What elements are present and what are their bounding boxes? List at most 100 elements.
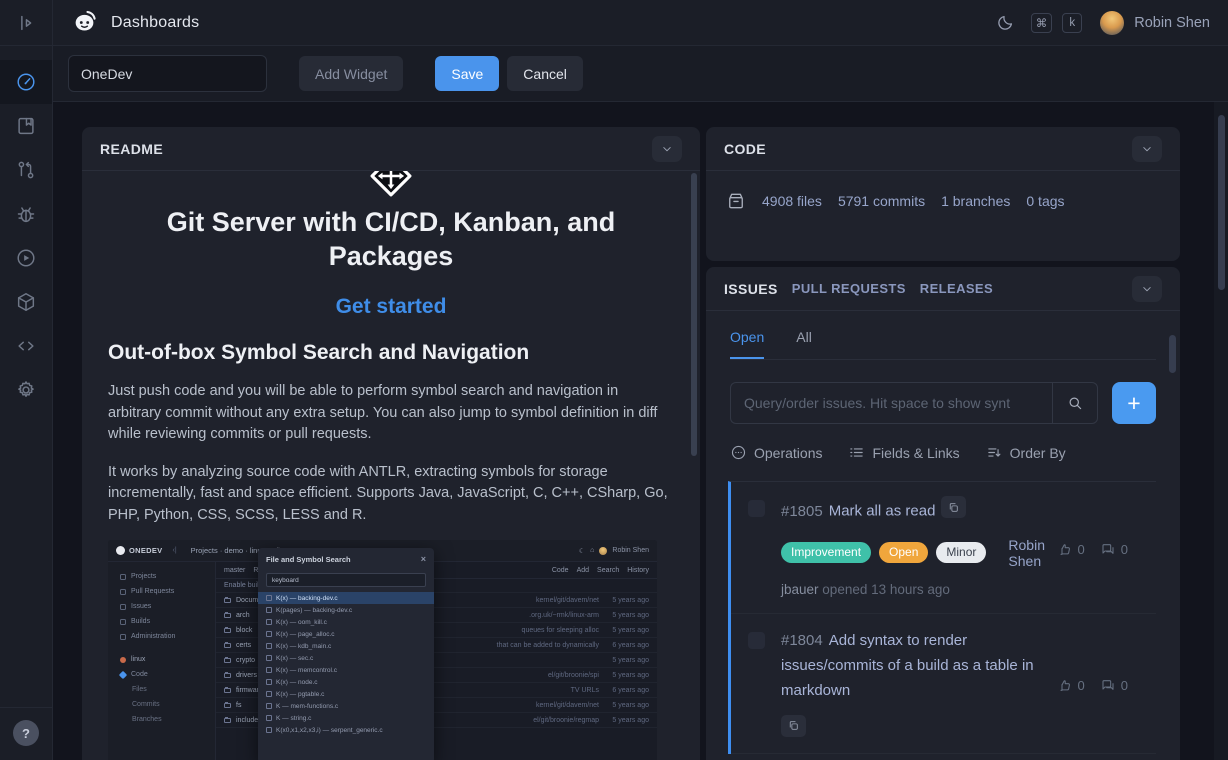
issue-row[interactable]: #1805 Mark all as read Improvement Open M… [731,482,1156,614]
pull-requests-header-tab[interactable]: PULL REQUESTS [792,281,906,296]
help-button[interactable]: ? [13,720,39,746]
issue-number: #1805 [781,503,823,520]
sidebar-item-issues[interactable] [0,192,52,236]
mini-result-row: K(x) — kdb_main.c [258,640,434,652]
play-circle-icon [15,247,37,269]
move-drag-handle-icon[interactable] [370,171,412,197]
mini-search-input: keyboard [266,573,426,587]
fields-links-menu[interactable]: Fields & Links [848,444,959,461]
label-minor[interactable]: Minor [936,542,986,563]
chevron-down-icon [660,142,674,156]
issues-toolbar: Operations Fields & Links Order By [730,444,1156,461]
issue-query-input[interactable] [730,382,1052,424]
mini-topbar-right: ☾ ⌂ Robin Shen [579,547,649,555]
mini-nav-item: Builds [108,614,215,629]
shortcut-k-key: k [1062,13,1082,33]
sidebar-item-builds[interactable] [0,236,52,280]
book-icon [15,115,37,137]
add-widget-button[interactable]: Add Widget [299,56,403,91]
code-collapse-button[interactable] [1132,136,1162,162]
search-group [730,382,1098,424]
operations-menu[interactable]: Operations [730,444,822,461]
mini-sidebar: Projects Pull Requests Issues Builds Adm… [108,562,216,760]
sidebar-item-projects[interactable] [0,104,52,148]
copy-icon[interactable] [781,715,806,737]
issues-scrollbar[interactable] [1169,335,1176,373]
cancel-button[interactable]: Cancel [507,56,583,91]
issue-row[interactable]: #1804Add syntax to render issues/commits… [731,614,1156,754]
comments-count[interactable]: 0 [1100,502,1128,597]
help-label: ? [22,726,30,741]
commits-link[interactable]: 5791 commits [838,193,925,209]
label-open[interactable]: Open [879,542,928,563]
issues-body: Open All + [706,329,1180,754]
issue-opener[interactable]: jbauer [781,582,819,597]
mini-result-row: K(x) — node.c [258,676,434,688]
dashboard-gauge-icon [15,71,37,93]
mini-search-modal: File and Symbol Search × keyboard K(x) —… [258,548,434,760]
assignee-name[interactable]: Robin Shen [1008,537,1045,569]
mini-result-row: K(x) — pgtable.c [258,688,434,700]
sidebar-item-packages[interactable] [0,280,52,324]
new-issue-button[interactable]: + [1112,382,1156,424]
comments-count[interactable]: 0 [1100,634,1128,737]
issues-header-tab[interactable]: ISSUES [724,281,778,297]
mini-nav-item: Pull Requests [108,584,215,599]
label-improvement[interactable]: Improvement [781,542,871,563]
issue-meta: jbauer opened 13 hours ago [781,582,1039,597]
page-scrollbar-thumb[interactable] [1218,115,1225,290]
readme-collapse-button[interactable] [652,136,682,162]
sidebar-item-dashboards[interactable] [0,60,52,104]
thumbs-up-vote[interactable]: 0 [1057,502,1085,597]
readme-screenshot-image: ONEDEV ‹| Projects · demo · linux · File… [108,540,657,760]
readme-subheading: Out-of-box Symbol Search and Navigation [108,341,674,365]
save-button[interactable]: Save [435,56,499,91]
readme-widget-title: README [100,141,163,157]
issues-collapse-button[interactable] [1132,276,1162,302]
issues-widget: ISSUES PULL REQUESTS RELEASES Open All [706,267,1180,760]
thumbs-up-vote[interactable]: 0 [1057,634,1085,737]
files-link[interactable]: 4908 files [762,193,822,209]
dark-mode-toggle[interactable] [996,13,1015,32]
top-bar: Dashboards ⌘ k Robin Shen [53,0,1228,46]
sidebar-nav [0,46,52,412]
sidebar-item-code-search[interactable] [0,324,52,368]
chevron-down-icon [1140,282,1154,296]
page-scrollbar-track[interactable] [1214,102,1228,760]
issue-title[interactable]: Mark all as read [829,503,936,520]
dashboard-canvas: README Git Server with CI/CD, Kanban, an… [53,102,1228,760]
issue-checkbox[interactable] [748,632,765,649]
topbar-right: ⌘ k Robin Shen [996,11,1210,35]
onedev-logo[interactable] [71,9,98,36]
branches-link[interactable]: 1 branches [941,193,1010,209]
readme-scrollbar[interactable] [691,173,697,456]
mini-nav-item: Administration [108,629,215,644]
sidebar-item-pull-requests[interactable] [0,148,52,192]
user-avatar[interactable] [1100,11,1124,35]
copy-icon[interactable] [941,496,966,518]
tab-open[interactable]: Open [730,329,764,359]
sidebar-expand-button[interactable] [0,0,52,46]
tags-link[interactable]: 0 tags [1026,193,1064,209]
get-started-link[interactable]: Get started [108,295,674,319]
mini-user-name: Robin Shen [612,547,649,554]
mini-result-row: K(x0,x1,x2,x3,i) — serpent_generic.c [258,724,434,736]
readme-widget-header: README [82,127,700,171]
sidebar-item-administration[interactable] [0,368,52,412]
readme-content: Git Server with CI/CD, Kanban, and Packa… [82,171,700,760]
chevron-down-icon [1140,142,1154,156]
issue-votes: 0 0 [1057,496,1128,597]
dashboard-name-input[interactable] [68,55,267,92]
releases-header-tab[interactable]: RELEASES [920,281,993,296]
archive-icon [726,191,746,211]
issue-checkbox[interactable] [748,500,765,517]
mini-project-item: linux [108,652,215,667]
code-icon [15,335,37,357]
order-by-menu[interactable]: Order By [986,444,1066,461]
mini-actions: Code Add Search History [552,567,649,574]
issues-tabs: Open All [730,329,1156,360]
search-button[interactable] [1052,382,1098,424]
user-name[interactable]: Robin Shen [1134,15,1210,31]
tab-all[interactable]: All [796,329,812,359]
mini-body: Projects Pull Requests Issues Builds Adm… [108,562,657,760]
